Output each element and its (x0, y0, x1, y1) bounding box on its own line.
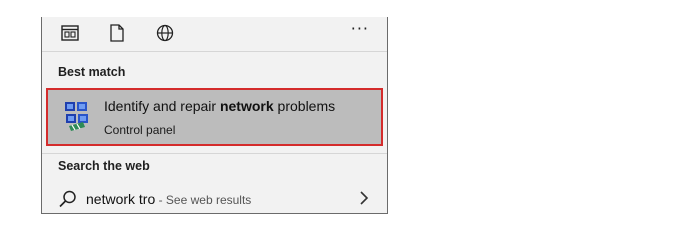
more-options-button[interactable]: ··· (351, 19, 369, 38)
chevron-right-icon[interactable] (357, 189, 371, 207)
globe-icon[interactable] (154, 22, 176, 44)
best-match-title: Identify and repair network problems (104, 98, 336, 114)
see-web-results-label: - See web results (155, 193, 252, 207)
app-icon[interactable] (59, 22, 81, 44)
search-results-panel: ··· Best match Identify and repair netwo… (41, 17, 388, 214)
best-match-subtitle: Control panel (104, 123, 176, 137)
toolbar-divider (42, 51, 387, 52)
best-match-heading: Best match (58, 65, 126, 79)
web-query-text: network tro - See web results (86, 191, 252, 207)
filter-toolbar: ··· (42, 17, 387, 51)
best-match-result[interactable]: Identify and repair network problems Con… (46, 88, 383, 146)
document-icon[interactable] (106, 22, 128, 44)
network-troubleshooter-icon (63, 100, 91, 134)
section-divider (42, 153, 387, 154)
search-web-heading: Search the web (58, 159, 150, 173)
search-icon (58, 189, 78, 209)
web-search-result[interactable]: network tro - See web results (42, 186, 387, 214)
